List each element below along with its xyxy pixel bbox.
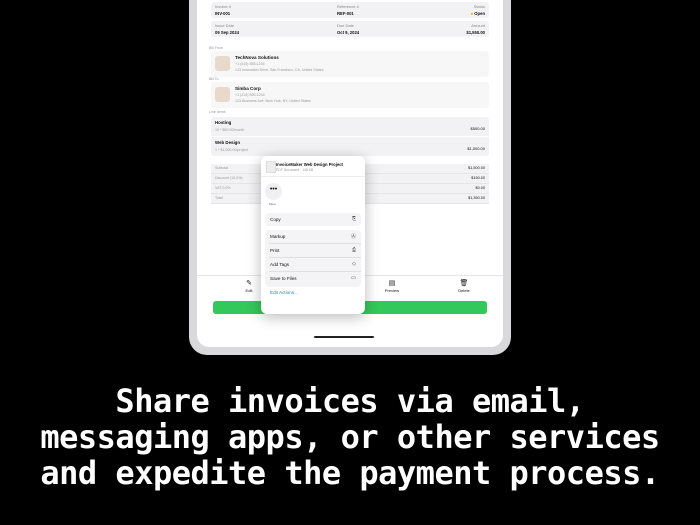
vat-value: $0.00 bbox=[475, 186, 485, 190]
issue-date-value: 09 Sep 2024 bbox=[215, 30, 239, 35]
caption-line-2: messaging apps, or other services bbox=[40, 418, 660, 456]
list-item[interactable]: Web Design 1 * $1,000.00/project $1,000.… bbox=[211, 137, 489, 156]
edit-button[interactable]: ✎ Edit bbox=[234, 280, 264, 293]
print-action[interactable]: Print bbox=[270, 248, 279, 253]
more-label: More bbox=[269, 202, 276, 206]
delete-button[interactable]: 🗑 Delete bbox=[449, 280, 479, 293]
home-indicator bbox=[314, 336, 374, 338]
copy-icon: ⎘ bbox=[351, 216, 356, 222]
pencil-icon: ✎ bbox=[246, 280, 252, 287]
document-icon: ▤ bbox=[388, 280, 396, 287]
dates-row: Issue Date 09 Sep 2024 Due Date Oct 9, 2… bbox=[211, 21, 489, 37]
reference-value: REF-001 bbox=[337, 11, 354, 16]
bill-from-name: TechNova Solutions bbox=[235, 55, 279, 60]
marketing-caption: Share invoices via email, messaging apps… bbox=[0, 383, 700, 491]
total-label: Total bbox=[215, 196, 223, 200]
save-to-files-action[interactable]: Save to Files bbox=[270, 276, 297, 281]
more-button[interactable]: ••• bbox=[265, 183, 282, 200]
edit-label: Edit bbox=[245, 288, 253, 293]
status-badge: ● Open bbox=[470, 11, 485, 16]
bill-from-address: 123 Innovation Drive, San Francisco, CA,… bbox=[235, 68, 324, 72]
invoice-info-row: Invoice # INV-001 Reference # REF-001 St… bbox=[211, 2, 489, 18]
item-detail: 1 * $1,000.00/project bbox=[215, 148, 249, 152]
ellipsis-icon: ••• bbox=[269, 186, 278, 193]
status-dot-icon: ● bbox=[470, 11, 474, 16]
subtotal-label: Subtotal bbox=[215, 166, 229, 170]
copy-action[interactable]: Copy bbox=[270, 217, 281, 222]
folder-icon: ▭ bbox=[351, 275, 356, 281]
action-divider bbox=[269, 243, 361, 244]
tag-icon: ◇ bbox=[352, 261, 356, 267]
due-date-label: Due Date bbox=[337, 23, 354, 28]
action-divider bbox=[269, 271, 361, 272]
item-detail: 10 * $50.00/month bbox=[215, 128, 245, 132]
total-value: $1,350.00 bbox=[468, 196, 485, 200]
issue-date-label: Issue Date bbox=[215, 23, 235, 28]
pdf-thumbnail-icon bbox=[266, 161, 276, 173]
invoice-number-value: INV-001 bbox=[215, 11, 231, 16]
item-amount: $1,000.00 bbox=[467, 146, 485, 151]
add-tags-action[interactable]: Add Tags bbox=[270, 262, 289, 267]
markup-action[interactable]: Markup bbox=[270, 234, 285, 239]
share-title: InvoiceMaker Web Design Project bbox=[276, 162, 343, 167]
preview-button[interactable]: ▤ Preview bbox=[377, 280, 407, 293]
markup-icon: Ⓐ bbox=[350, 234, 356, 240]
discount-value: $150.00 bbox=[471, 176, 485, 180]
bill-to-name: Simba Corp bbox=[235, 86, 261, 91]
caption-line-3: and expedite the payment process. bbox=[40, 454, 660, 492]
bill-to-address: 123 Business Ave, New York, NY, United S… bbox=[235, 99, 311, 103]
preview-label: Preview bbox=[384, 288, 400, 293]
copy-action-group: Copy ⎘ bbox=[265, 213, 361, 226]
item-name: Web Design bbox=[215, 140, 241, 145]
invoice-number-label: Invoice # bbox=[215, 4, 232, 9]
action-divider bbox=[269, 257, 361, 258]
caption-line-1: Share invoices via email, bbox=[115, 382, 585, 420]
printer-icon: ⎙ bbox=[351, 247, 356, 253]
discount-label: Discount (10.0%) bbox=[215, 176, 243, 180]
bill-from-phone: +1 (415) 555-1234 bbox=[235, 62, 265, 66]
building-icon bbox=[215, 56, 230, 71]
bill-to-phone: +1 (212) 555-1234 bbox=[235, 93, 265, 97]
vat-label: VAT 0.0% bbox=[215, 186, 231, 190]
bill-from-label: Bill From bbox=[209, 46, 224, 50]
bill-to-card[interactable]: Simba Corp +1 (212) 555-1234 123 Busines… bbox=[211, 82, 489, 108]
amount-label: Amount bbox=[471, 23, 485, 28]
status-label: Status bbox=[473, 4, 485, 9]
building-icon bbox=[215, 87, 230, 102]
item-amount: $500.00 bbox=[470, 126, 485, 131]
due-date-value: Oct 9, 2024 bbox=[337, 30, 360, 35]
trash-icon: 🗑 bbox=[459, 280, 469, 287]
share-divider bbox=[261, 176, 365, 177]
reference-label: Reference # bbox=[337, 4, 359, 9]
subtotal-value: $1,500.00 bbox=[468, 166, 485, 170]
actions-group: Markup Ⓐ Print ⎙ Add Tags ◇ Save to File… bbox=[265, 230, 361, 287]
edit-actions-link[interactable]: Edit Actions... bbox=[270, 290, 298, 295]
bill-from-card[interactable]: TechNova Solutions +1 (415) 555-1234 123… bbox=[211, 51, 489, 77]
delete-label: Delete bbox=[458, 288, 470, 293]
share-sheet: InvoiceMaker Web Design Project PDF Docu… bbox=[261, 156, 365, 314]
line-items-label: Line Items bbox=[209, 110, 226, 114]
share-subtitle: PDF Document · 148 KB bbox=[276, 168, 314, 172]
bill-to-label: Bill To bbox=[209, 77, 219, 81]
list-item[interactable]: Hosting 10 * $50.00/month $500.00 bbox=[211, 117, 489, 136]
amount-value: $1,550.00 bbox=[466, 30, 485, 35]
item-name: Hosting bbox=[215, 120, 232, 125]
